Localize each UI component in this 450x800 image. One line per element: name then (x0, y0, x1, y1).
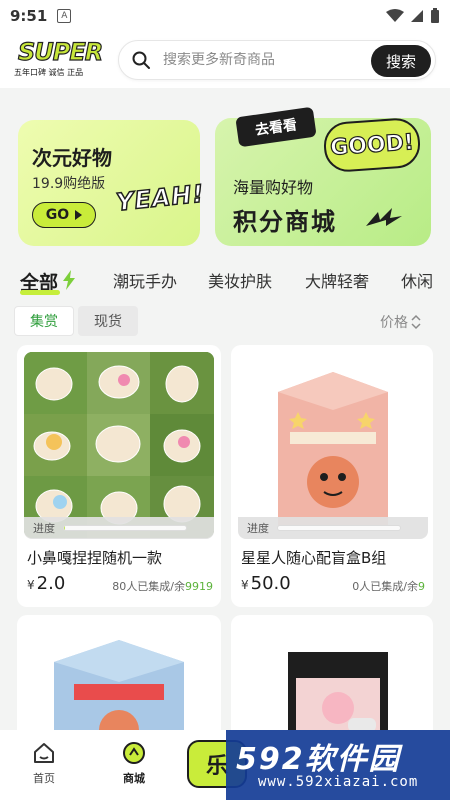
notification-icon: A (57, 9, 72, 23)
progress-track (277, 525, 401, 531)
nav-mall[interactable]: 商城 (104, 730, 164, 800)
yeah-text: YEAH! (114, 179, 206, 218)
logo-tagline: 五年口碑 诚信 正品 (14, 67, 84, 78)
product-image (238, 622, 428, 745)
search-input[interactable] (163, 52, 353, 68)
product-image (24, 352, 214, 538)
banner-right-title: 积分商城 (233, 208, 337, 236)
mall-icon (123, 742, 145, 764)
remaining-count: 9 (418, 580, 425, 593)
product-card[interactable] (231, 615, 433, 745)
search-button[interactable]: 搜索 (371, 45, 431, 77)
category-tab-beauty[interactable]: 美妆护肤 (208, 268, 272, 292)
signal-icon (411, 10, 423, 22)
product-card[interactable]: 进度 小鼻嘎捏捏随机一款 ¥2.0 80人已集成/余9919 (17, 345, 221, 607)
nav-home[interactable]: 首页 (14, 730, 74, 800)
banner-left-subtitle: 19.9购绝版 (32, 176, 106, 192)
status-time: 9:51 (10, 7, 48, 25)
watermark-main: 592软件园 (236, 742, 401, 777)
yeah-sticker: YEAH! (114, 179, 210, 238)
search-icon (132, 51, 150, 69)
status-icons (386, 8, 440, 24)
banner-right-subtitle: 海量购好物 (233, 178, 314, 197)
battery-icon (431, 8, 439, 23)
banner-left-title: 次元好物 (32, 146, 112, 170)
price-sort-button[interactable]: 价格 (380, 312, 422, 332)
price-value: 50.0 (250, 573, 291, 594)
app-header: SUPER 五年口碑 诚信 正品 搜索 (0, 32, 450, 88)
app-logo[interactable]: SUPER 五年口碑 诚信 正品 (14, 37, 104, 82)
product-image (238, 352, 428, 538)
currency-symbol: ¥ (241, 578, 249, 592)
product-image (24, 622, 214, 745)
status-bar: 9:51 A (0, 0, 450, 32)
product-name: 星星人随心配盲盒B组 (241, 549, 387, 567)
product-stats: 80人已集成/余9919 (112, 578, 213, 594)
product-name: 小鼻嘎捏捏随机一款 (27, 549, 163, 567)
product-stats: 0人已集成/余9 (352, 578, 425, 594)
search-bar[interactable]: 搜索 (118, 40, 436, 80)
play-arrow-icon (75, 210, 83, 220)
watermark-overlay: 592软件园 www.592xiazai.com (226, 730, 450, 800)
progress-fill (64, 526, 66, 530)
home-icon (34, 743, 54, 763)
lightning-icon (366, 208, 402, 226)
sub-tab-collect[interactable]: 集赏 (14, 306, 74, 336)
price-sort-label: 价格 (380, 315, 408, 331)
progress-bar: 进度 (24, 517, 214, 539)
good-sticker: GOOD! (322, 116, 422, 174)
nav-home-label: 首页 (33, 772, 55, 785)
lightning-small-icon (63, 270, 75, 290)
category-tab-leisure[interactable]: 休闲 (401, 268, 433, 292)
wifi-icon (386, 9, 404, 22)
watermark-url: www.592xiazai.com (258, 774, 419, 790)
category-tab-toys[interactable]: 潮玩手办 (113, 268, 177, 292)
category-tab-luxury[interactable]: 大牌轻奢 (305, 268, 369, 292)
logo-text: SUPER (17, 37, 103, 66)
progress-bar: 进度 (238, 517, 428, 539)
nav-mall-label: 商城 (123, 772, 145, 785)
product-card[interactable]: 进度 星星人随心配盲盒B组 ¥50.0 0人已集成/余9 (231, 345, 433, 607)
price-value: 2.0 (36, 573, 66, 594)
progress-track (63, 525, 187, 531)
remaining-count: 9919 (185, 580, 213, 593)
sub-tabs: 集赏 现货 (14, 306, 138, 336)
progress-label: 进度 (33, 522, 55, 535)
product-price: ¥50.0 (241, 573, 291, 594)
joined-count: 80人已集成/余 (112, 580, 185, 593)
progress-label: 进度 (247, 522, 269, 535)
sort-arrows-icon (411, 314, 421, 330)
category-active-indicator (20, 290, 60, 295)
product-price: ¥2.0 (27, 573, 65, 594)
go-button[interactable]: GO (32, 202, 96, 228)
currency-symbol: ¥ (27, 578, 35, 592)
joined-count: 0人已集成/余 (352, 580, 418, 593)
sub-tab-instock[interactable]: 现货 (78, 306, 138, 336)
product-card[interactable] (17, 615, 221, 745)
go-label: GO (45, 207, 70, 223)
